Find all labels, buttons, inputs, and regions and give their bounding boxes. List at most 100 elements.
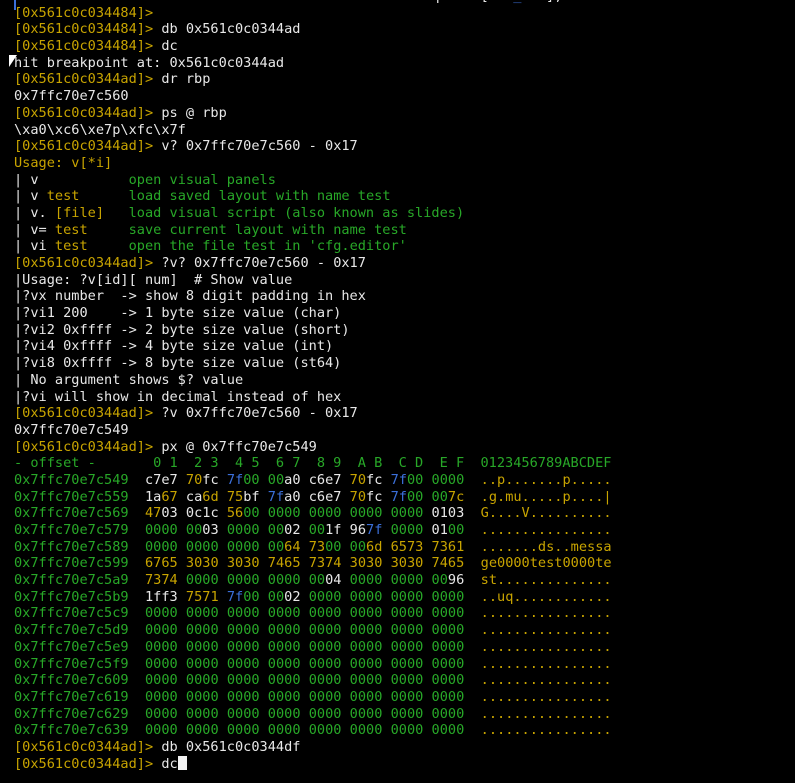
- hex-ascii: .g.mu.....p....|: [472, 488, 612, 505]
- hex-sep: [382, 722, 390, 738]
- hex-byte: 00: [447, 705, 465, 722]
- hex-byte: 00: [325, 638, 342, 655]
- terminal[interactable]: 0x561c0c034590 488955d8 mov qword [var_2…: [14, 0, 795, 772]
- hex-byte: 00: [366, 722, 383, 739]
- hex-byte: 00: [447, 522, 465, 538]
- hex-address: 0x7ffc70e7c589: [14, 538, 145, 555]
- hex-byte: 56: [226, 505, 244, 522]
- hex-byte: 00: [447, 722, 465, 739]
- hex-byte: 0c: [185, 505, 203, 522]
- hex-byte: 00: [267, 705, 285, 722]
- hex-byte: 74: [161, 572, 178, 589]
- hex-byte: 00: [308, 705, 326, 722]
- hex-byte: 00: [185, 622, 203, 639]
- help-command: | v: [14, 171, 113, 188]
- hex-row: 0x7ffc70e7c559 1a67 ca6d 75bf 7fa0 c6e7 …: [14, 489, 795, 506]
- prompt-line: [0x561c0c0344ad]> db 0x561c0c0344df: [14, 739, 795, 756]
- hex-byte: 00: [284, 605, 301, 622]
- hex-sep: [219, 539, 227, 555]
- hex-sep: [423, 706, 431, 722]
- hex-byte: 00: [202, 605, 219, 622]
- hex-sep: [341, 539, 349, 555]
- hex-byte: 00: [406, 672, 424, 689]
- hex-byte: 00: [390, 672, 407, 689]
- hex-byte: 00: [406, 722, 424, 739]
- hex-sep: [382, 656, 390, 672]
- hex-byte: 64: [284, 538, 301, 555]
- hex-byte: 65: [284, 555, 301, 572]
- hex-byte: 73: [144, 572, 162, 589]
- hex-byte: 1f: [144, 588, 162, 605]
- help-arg: [file]: [54, 204, 105, 221]
- hex-sep: [260, 472, 268, 488]
- help-desc: open visual panels: [112, 171, 276, 188]
- hex-byte: 00: [144, 622, 162, 639]
- help-line: | v open visual panels: [14, 172, 795, 189]
- prompt-line: [0x561c0c034484]> db 0x561c0c0344ad: [14, 21, 795, 38]
- command-text: dc: [153, 755, 178, 772]
- hex-byte: c6: [308, 471, 326, 488]
- hex-sep: [301, 589, 309, 605]
- hex-sep: [178, 722, 186, 738]
- output-line: |?vi2 0xffff -> 2 byte size value (short…: [14, 322, 795, 339]
- hex-sep: [178, 689, 186, 705]
- hex-byte: 65: [161, 555, 178, 572]
- hex-byte: 00: [226, 688, 244, 705]
- hex-byte: 00: [243, 688, 260, 705]
- prompt: [0x561c0c0344ad]>: [14, 104, 154, 121]
- hex-byte: 00: [243, 522, 260, 538]
- help-desc: open the file test in 'cfg.editor': [87, 238, 407, 255]
- hex-byte: 70: [185, 471, 203, 488]
- hex-address: 0x7ffc70e7c609: [14, 672, 145, 689]
- hex-byte: 30: [406, 555, 424, 572]
- hex-sep: [260, 555, 268, 571]
- hex-byte: 6d: [202, 488, 219, 505]
- hex-address: 0x7ffc70e7c5c9: [14, 605, 145, 622]
- hex-byte: 00: [349, 538, 367, 555]
- hex-byte: 73: [406, 538, 424, 555]
- hex-byte: 00: [390, 605, 407, 622]
- hex-byte: 00: [267, 722, 285, 739]
- hex-sep: [260, 689, 268, 705]
- help-arg: test: [54, 238, 88, 255]
- hex-byte: 00: [308, 505, 326, 522]
- hex-sep: [178, 656, 186, 672]
- hex-sep: [219, 689, 227, 705]
- hex-byte: 00: [390, 572, 407, 589]
- hex-byte: 30: [185, 555, 203, 572]
- hex-address: 0x7ffc70e7c569: [14, 505, 145, 522]
- hex-byte: e7: [325, 488, 342, 505]
- prompt-line: [0x561c0c0344ad]> ?v 0x7ffc70e7c560 - 0x…: [14, 405, 795, 422]
- output-text: 0x7ffc70e7c549: [14, 421, 129, 438]
- hex-sep: [382, 672, 390, 688]
- hex-sep: [423, 689, 431, 705]
- hex-byte: 00: [406, 522, 424, 538]
- prompt: [0x561c0c034484]>: [14, 4, 154, 21]
- hex-byte: 00: [267, 572, 285, 589]
- hex-byte: 74: [325, 555, 342, 572]
- hex-byte: 00: [243, 572, 260, 589]
- hex-sep: [423, 722, 431, 738]
- hex-byte: 00: [144, 705, 162, 722]
- hex-byte: 00: [226, 672, 244, 689]
- hex-sep: [382, 472, 390, 488]
- hex-byte: a0: [284, 488, 301, 505]
- hex-sep: [341, 489, 349, 505]
- hex-byte: 00: [308, 672, 326, 689]
- hex-address: 0x7ffc70e7c639: [14, 722, 145, 739]
- hex-ascii: ................: [472, 622, 612, 639]
- hex-byte: 00: [185, 605, 203, 622]
- command-text: db 0x561c0c0344df: [153, 738, 301, 755]
- hex-byte: 67: [161, 488, 178, 505]
- output-text: \xa0\xc6\xe7p\xfc\x7f: [14, 121, 186, 138]
- hex-sep: [260, 489, 268, 505]
- hex-row: 0x7ffc70e7c549 c7e7 70fc 7f00 00a0 c6e7 …: [14, 472, 795, 489]
- hex-sep: [260, 572, 268, 588]
- hex-sep: [341, 656, 349, 672]
- hex-byte: 00: [447, 622, 465, 639]
- hex-ascii: ................: [472, 705, 612, 722]
- hex-byte: 65: [390, 538, 407, 555]
- hex-byte: 00: [431, 705, 448, 722]
- hex-byte: 00: [431, 722, 448, 739]
- hex-byte: 61: [447, 538, 465, 555]
